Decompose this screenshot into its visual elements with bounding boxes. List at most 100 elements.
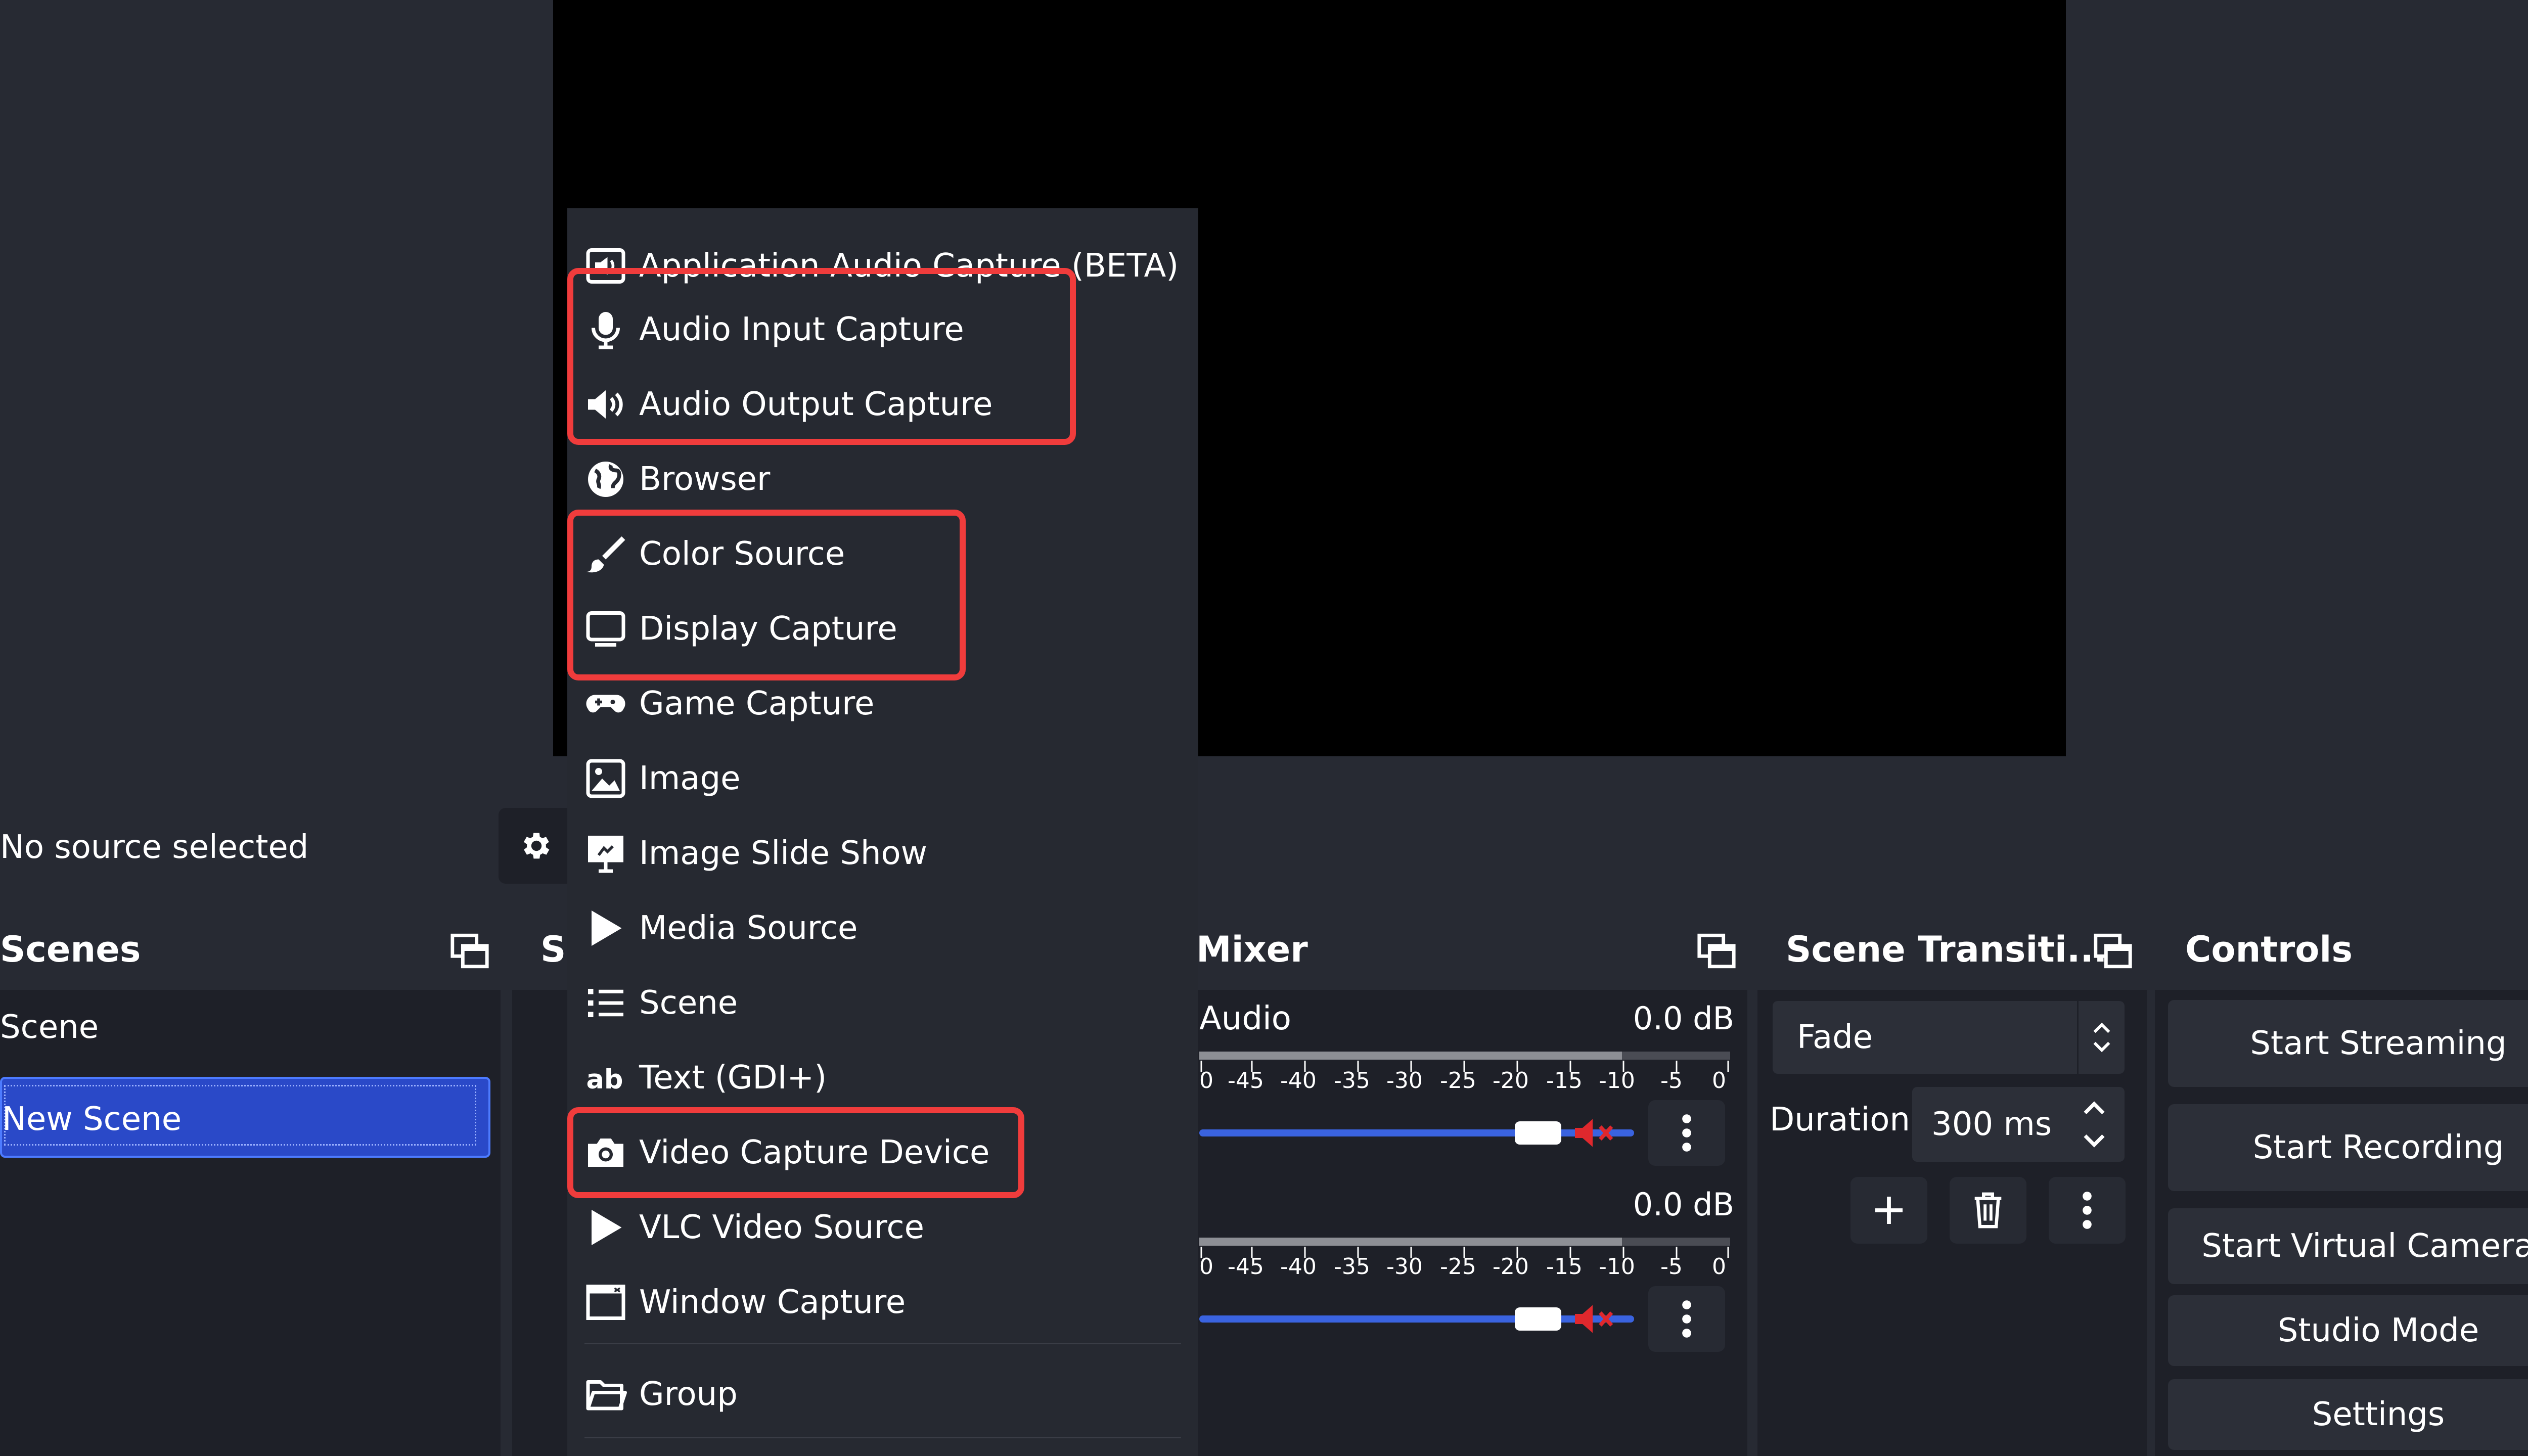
menu-item-label: Image Slide Show xyxy=(639,835,927,872)
scene-list-item-selected[interactable]: New Scene xyxy=(0,1077,490,1158)
start-virtual-camera-button[interactable]: Start Virtual Camera xyxy=(2168,1208,2528,1284)
menu-item-label: Window Capture xyxy=(639,1284,906,1321)
menu-item-vlc-video-source[interactable]: VLC Video Source xyxy=(567,1190,1198,1265)
popout-icon[interactable] xyxy=(2092,930,2134,972)
controls-title: Controls xyxy=(2185,929,2353,970)
muted-speaker-icon[interactable] xyxy=(1572,1301,1618,1337)
scene-label: New Scene xyxy=(2,1101,182,1138)
settings-button[interactable]: Settings xyxy=(2168,1379,2528,1450)
menu-item-browser[interactable]: Browser xyxy=(567,442,1198,517)
scenes-dock-header: Scenes xyxy=(0,909,501,990)
play-icon xyxy=(592,911,622,946)
menu-item-label: Scene xyxy=(639,984,738,1022)
transition-menu-button[interactable] xyxy=(2049,1177,2126,1244)
volume-slider-track[interactable] xyxy=(1199,1129,1634,1136)
window-icon xyxy=(586,1285,625,1320)
channel-menu-button[interactable] xyxy=(1648,1286,1725,1352)
add-source-menu: Application Audio Capture (BETA) Audio I… xyxy=(567,208,1198,1456)
kebab-icon xyxy=(1682,1300,1691,1338)
volume-slider-track[interactable] xyxy=(1199,1315,1634,1323)
properties-button[interactable] xyxy=(499,808,574,884)
menu-item-group[interactable]: Group xyxy=(567,1357,1198,1432)
spin-arrows-icon[interactable] xyxy=(2080,1097,2108,1152)
transition-value: Fade xyxy=(1797,1019,1873,1056)
menu-item-label: Group xyxy=(639,1376,738,1413)
controls-dock: Controls Start Streaming Start Recording… xyxy=(2155,909,2528,1456)
mixer-dock-header: Mixer xyxy=(1193,909,1747,990)
kebab-icon xyxy=(1682,1114,1691,1152)
menu-item-label: Image xyxy=(639,760,741,797)
list-icon xyxy=(588,989,623,1017)
channel-menu-button[interactable] xyxy=(1648,1100,1725,1166)
duration-value: 300 ms xyxy=(1931,1106,2052,1143)
text-icon: ab xyxy=(586,1064,623,1095)
studio-mode-button[interactable]: Studio Mode xyxy=(2168,1295,2528,1366)
scene-transitions-dock: Scene Transiti... Fade Duration 300 ms xyxy=(1757,909,2147,1456)
channel-db: 0.0 dB xyxy=(1633,1186,1734,1223)
scale-label: -15 xyxy=(1546,1254,1583,1280)
scale-label: -20 xyxy=(1493,1254,1529,1280)
remove-transition-button[interactable] xyxy=(1950,1177,2026,1244)
no-source-label: No source selected xyxy=(0,829,309,866)
highlight-box-color-display xyxy=(567,510,966,680)
scenes-dock: Scenes Scene New Scene xyxy=(0,909,501,1456)
volume-slider-handle[interactable] xyxy=(1515,1121,1561,1145)
scale-label: -45 xyxy=(1228,1254,1264,1280)
scale-label: -30 xyxy=(1386,1068,1423,1094)
updown-chevron-icon xyxy=(2093,1022,2110,1053)
scale-label: 0 xyxy=(1712,1068,1726,1094)
volume-slider-handle[interactable] xyxy=(1515,1307,1561,1331)
transitions-dock-header: Scene Transiti... xyxy=(1757,909,2147,990)
add-transition-button[interactable] xyxy=(1850,1177,1927,1244)
scale-label: -25 xyxy=(1440,1068,1476,1094)
menu-item-scene[interactable]: Scene xyxy=(567,966,1198,1040)
level-meter-fill xyxy=(1199,1052,1622,1060)
highlight-box-audio xyxy=(567,268,1076,445)
slideshow-icon xyxy=(588,836,623,873)
menu-item-media-source[interactable]: Media Source xyxy=(567,891,1198,966)
scale-label: -40 xyxy=(1280,1068,1317,1094)
gamepad-icon xyxy=(586,695,625,713)
popout-icon[interactable] xyxy=(449,930,490,972)
menu-item-label: Media Source xyxy=(639,909,858,947)
muted-speaker-icon[interactable] xyxy=(1572,1115,1618,1151)
scale-label: -40 xyxy=(1280,1254,1317,1280)
scale-label: -10 xyxy=(1599,1254,1635,1280)
kebab-icon xyxy=(2083,1192,2092,1229)
scale-label: -45 xyxy=(1228,1068,1264,1094)
scene-list-item[interactable]: Scene xyxy=(0,987,490,1068)
menu-item-image-slide-show[interactable]: Image Slide Show xyxy=(567,816,1198,891)
duration-spinbox[interactable]: 300 ms xyxy=(1912,1087,2125,1162)
select-arrows xyxy=(2077,1001,2125,1074)
scale-label: -15 xyxy=(1546,1068,1583,1094)
plus-icon xyxy=(1875,1197,1903,1224)
scale-label: -25 xyxy=(1440,1254,1476,1280)
trash-icon xyxy=(1974,1192,2002,1228)
popout-icon[interactable] xyxy=(1696,930,1737,972)
menu-item-text-gdi[interactable]: ab Text (GDI+) xyxy=(567,1040,1198,1115)
sources-dock: So xyxy=(512,909,591,1456)
scale-label: 0 xyxy=(1199,1068,1213,1094)
channel-db: 0.0 dB xyxy=(1633,1000,1734,1037)
menu-item-label: VLC Video Source xyxy=(639,1209,924,1246)
meter-scale: 0 -45 -40 -35 -30 -25 -20 -15 -10 -5 0 xyxy=(1199,1247,1730,1292)
transition-select[interactable]: Fade xyxy=(1773,1001,2125,1074)
menu-item-image[interactable]: Image xyxy=(567,741,1198,816)
channel-name: Audio xyxy=(1199,1000,1291,1037)
scale-label: -10 xyxy=(1599,1068,1635,1094)
menu-item-label: Browser xyxy=(639,461,771,498)
folder-icon xyxy=(586,1380,627,1410)
start-recording-button[interactable]: Start Recording xyxy=(2168,1104,2528,1191)
scale-label: -5 xyxy=(1660,1254,1683,1280)
highlight-box-video-capture xyxy=(567,1107,1024,1198)
meter-scale: 0 -45 -40 -35 -30 -25 -20 -15 -10 -5 0 xyxy=(1199,1061,1730,1106)
scale-label: -35 xyxy=(1334,1254,1370,1280)
scale-label: -20 xyxy=(1493,1068,1529,1094)
menu-item-window-capture[interactable]: Window Capture xyxy=(567,1265,1198,1340)
image-icon xyxy=(586,759,625,798)
scale-label: 0 xyxy=(1712,1254,1726,1280)
menu-separator xyxy=(584,1437,1181,1438)
sources-dock-header: So xyxy=(512,909,591,990)
play-icon xyxy=(592,1210,622,1245)
start-streaming-button[interactable]: Start Streaming xyxy=(2168,1000,2528,1087)
